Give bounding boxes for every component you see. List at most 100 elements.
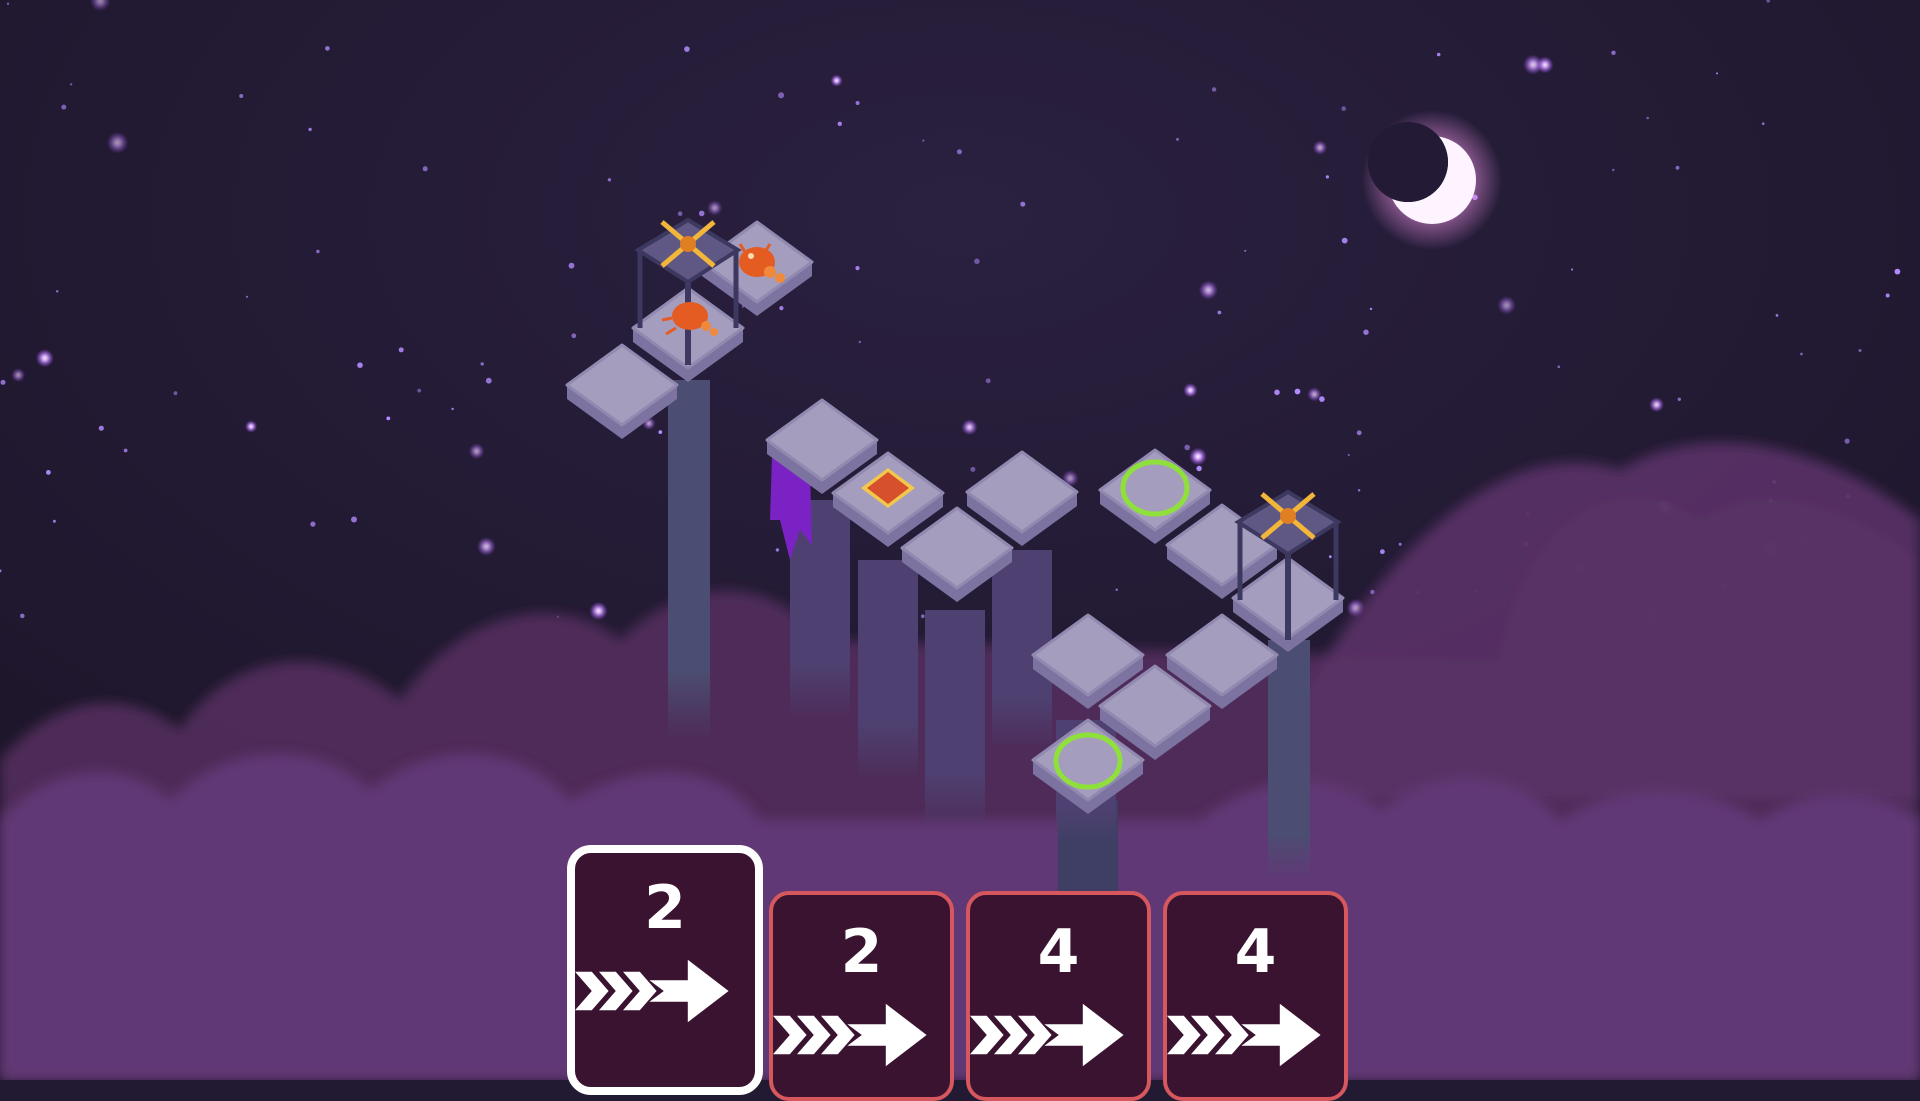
star [1198,280,1218,300]
star [568,262,575,269]
star [1356,430,1362,436]
star [607,178,612,182]
star [246,295,248,298]
star [837,121,842,127]
star [1380,549,1385,555]
star [1347,453,1351,457]
star [98,425,104,431]
move-card[interactable]: 2 [769,891,954,1101]
star [922,139,925,142]
star [1398,542,1402,546]
star [1497,295,1516,315]
star [1341,106,1346,111]
star [1363,329,1369,335]
star [1611,50,1616,55]
star [1677,397,1682,401]
star [357,362,363,369]
star [1115,588,1118,591]
star [684,46,690,52]
star [480,362,484,366]
triple-chevron-arrow-icon [575,959,729,1023]
star [173,391,178,396]
star [1020,201,1026,207]
star [11,368,26,383]
card-steps-number: 4 [1037,917,1080,987]
star [1675,165,1680,170]
star [46,470,51,475]
star [1612,168,1615,172]
move-card[interactable]: 4 [1163,891,1348,1101]
star [858,340,861,344]
star [398,347,404,353]
star [956,149,962,155]
star [310,521,316,527]
star [589,601,608,621]
star [123,448,128,453]
star [1328,555,1332,559]
star [1646,116,1649,120]
star [1716,72,1718,75]
star [1761,122,1765,125]
star [1800,352,1803,356]
star [677,211,683,216]
star [325,46,330,51]
star [1176,137,1179,141]
star [1571,268,1574,271]
star [1312,140,1328,155]
star [417,388,422,393]
star [1244,249,1247,252]
card-steps-number: 4 [1234,917,1277,987]
move-card[interactable]: 4 [966,891,1151,1101]
star [451,407,454,411]
star [485,377,492,384]
star [476,537,496,556]
star [52,519,56,523]
star [1436,52,1441,57]
star [239,94,244,98]
star [830,74,843,87]
star [974,258,980,265]
star [985,378,991,384]
star [468,443,485,460]
star [69,83,73,86]
star [778,92,785,99]
star [386,416,391,421]
star [106,131,129,154]
move-card-selected[interactable]: 2 [567,845,763,1095]
star [698,210,705,217]
star [1885,293,1890,298]
star [0,379,6,385]
star [970,466,976,472]
star [351,516,357,523]
star [1858,349,1862,352]
star [658,430,663,434]
star [1183,383,1198,398]
star [6,2,10,5]
star [1196,465,1202,472]
star [244,420,258,433]
star [779,306,784,311]
game-scene [0,0,1920,1080]
star [961,419,978,436]
star [316,249,320,254]
card-steps-number: 2 [644,873,686,943]
star [1536,56,1554,74]
star [35,349,54,368]
triple-chevron-arrow-icon [1167,1003,1321,1067]
triple-chevron-arrow-icon [970,1003,1124,1067]
star [1557,365,1561,369]
star [1189,447,1207,466]
star [1294,388,1301,395]
crescent-moon-icon [1362,110,1502,250]
star [55,290,59,293]
star [1217,310,1222,315]
star [1357,489,1361,492]
star [1369,307,1373,311]
star [308,127,312,132]
star [1274,389,1280,396]
star [422,166,428,172]
star [1775,314,1779,317]
star [775,548,780,552]
star [1649,397,1665,413]
star [1894,268,1901,275]
